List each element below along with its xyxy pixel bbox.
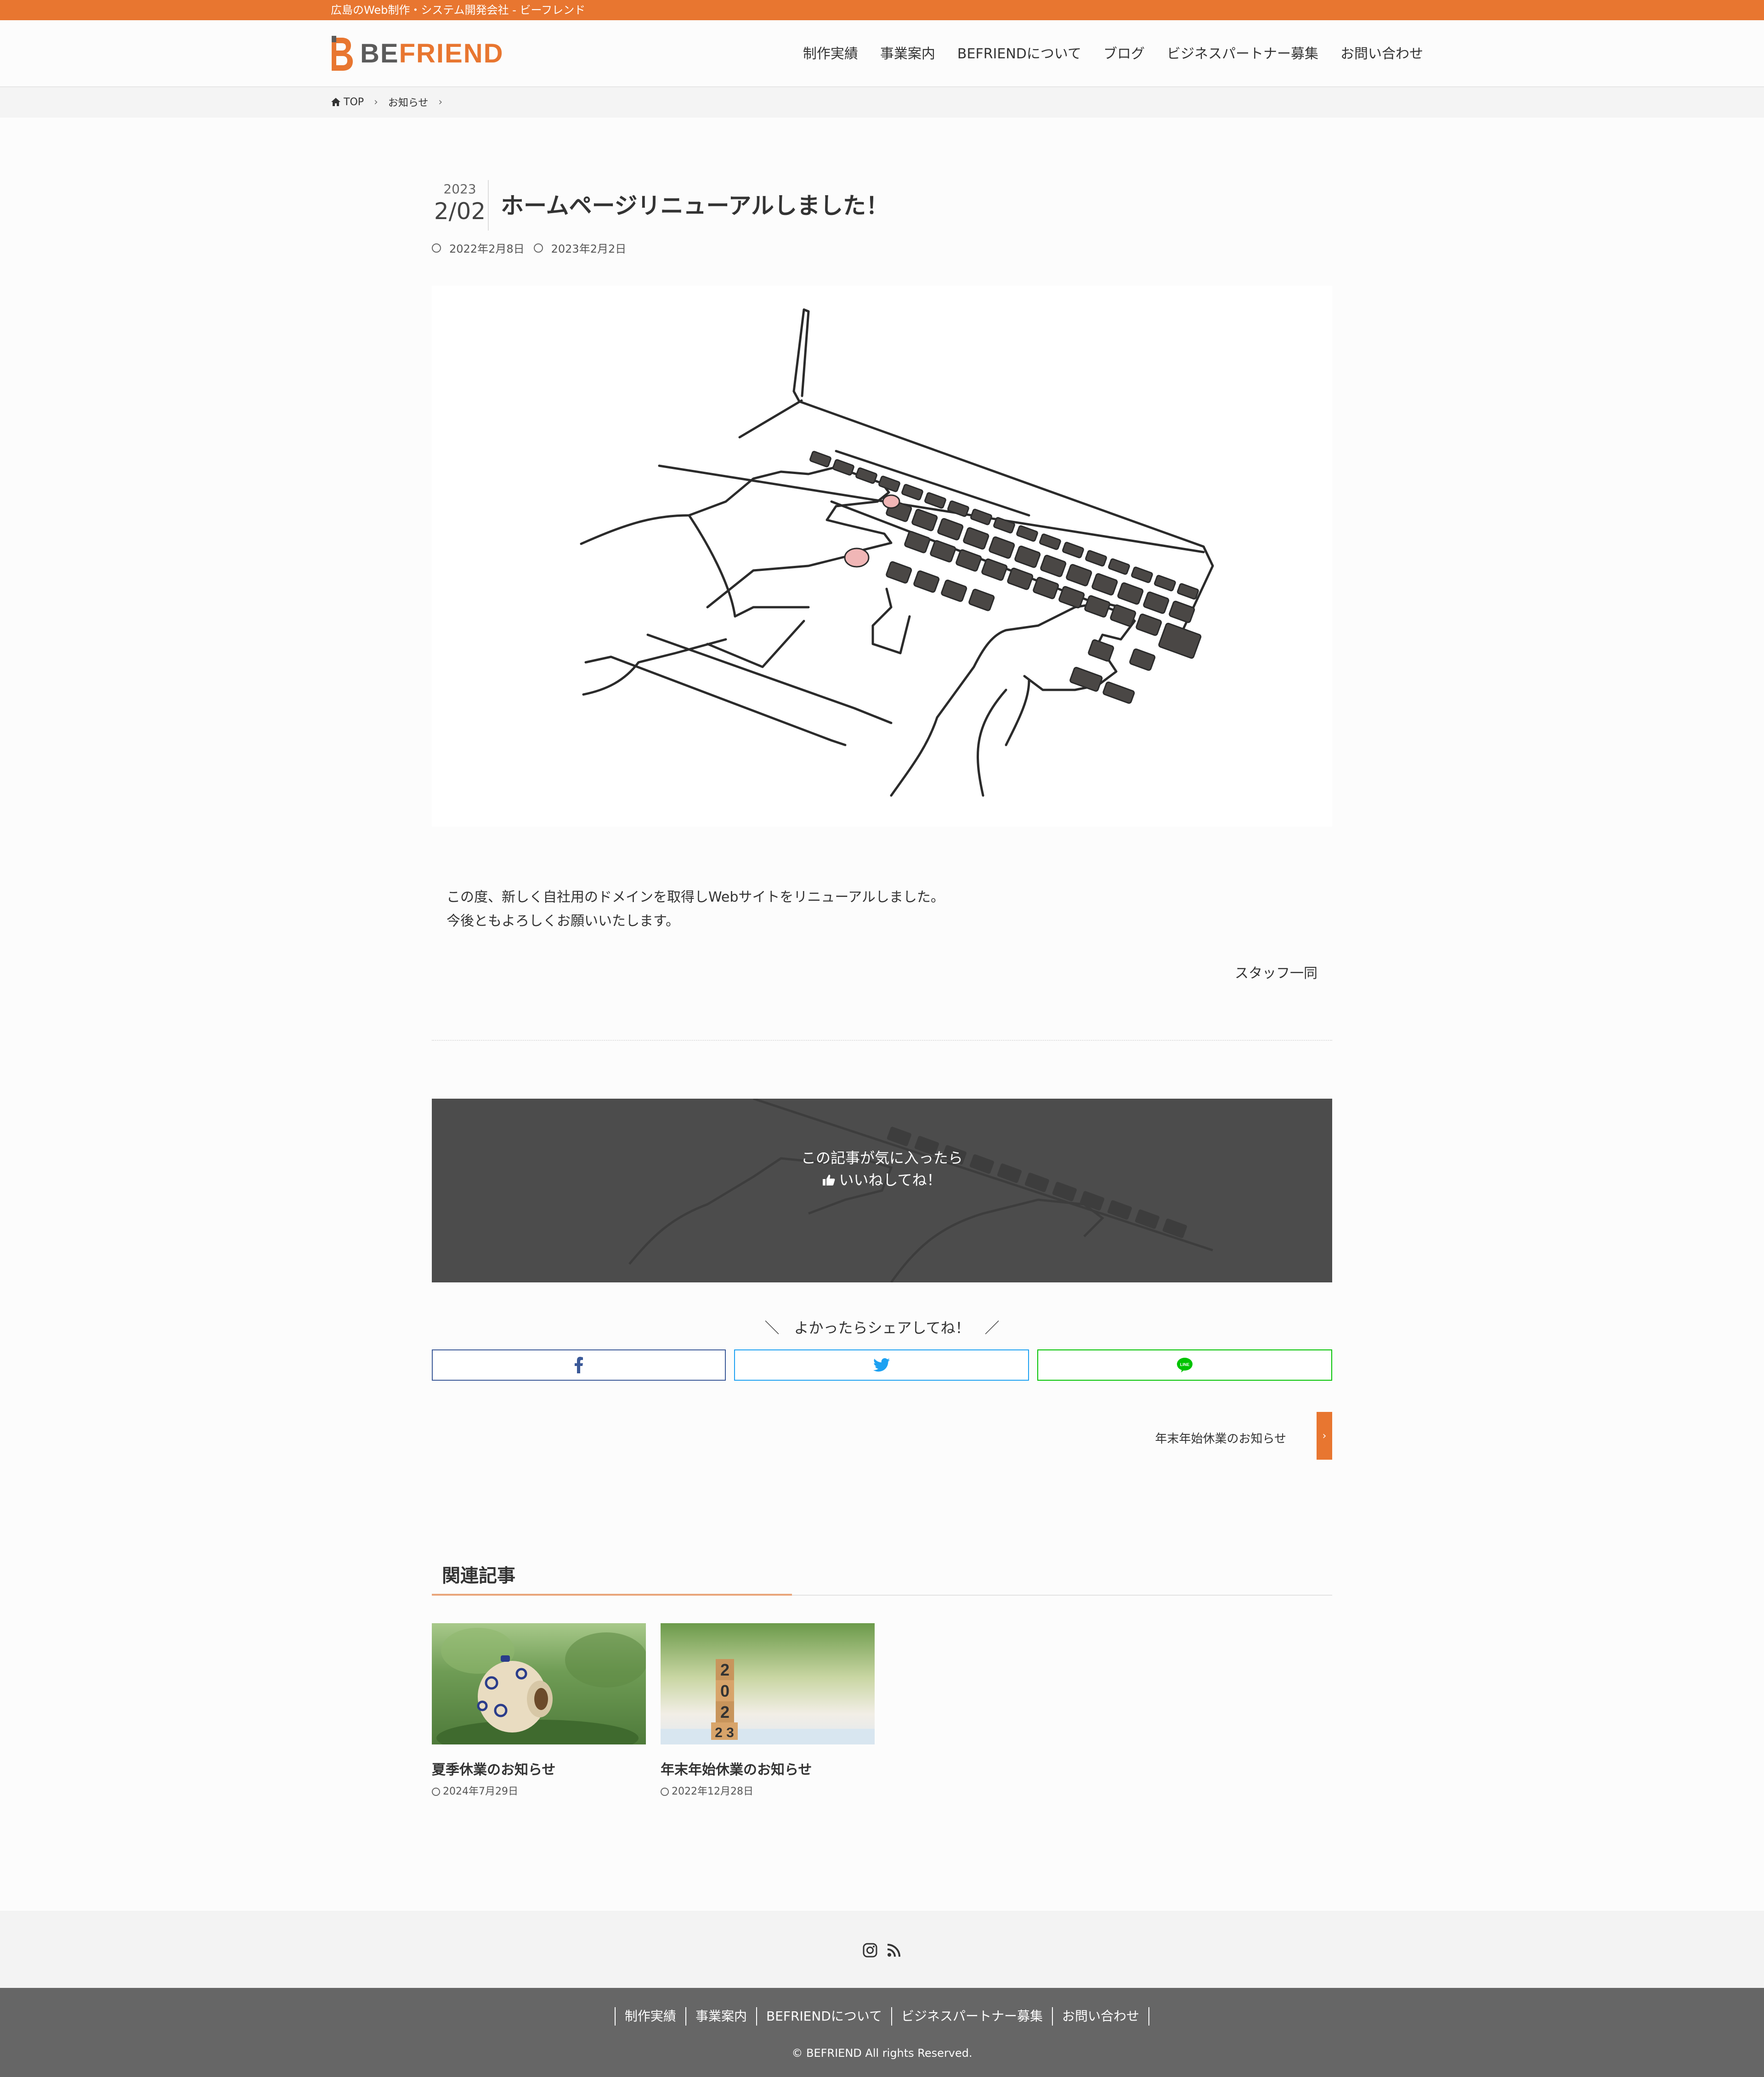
related-post-date-text-1: 2024年7月29日 xyxy=(443,1786,518,1797)
next-post-link[interactable]: 年末年始休業のお知らせ xyxy=(1155,1429,1286,1446)
footer-nav-contact[interactable]: お問い合わせ xyxy=(1052,2007,1150,2026)
related-post-title-1[interactable]: 夏季休業のお知らせ xyxy=(432,1758,555,1778)
article-body-line-1: この度、新しく自社用のドメインを取得しWebサイトをリニューアルしました。 xyxy=(447,889,944,905)
share-twitter-button[interactable] xyxy=(734,1349,1029,1381)
updated-date: 2023年2月2日 xyxy=(551,243,627,255)
breadcrumb-home[interactable]: TOP xyxy=(344,96,364,108)
nav-item-about[interactable]: BEFRIENDについて xyxy=(957,42,1081,62)
svg-text:2: 2 xyxy=(720,1703,729,1721)
related-post-date-text-2: 2022年12月28日 xyxy=(672,1786,753,1797)
related-posts-title: 関連記事 xyxy=(442,1565,515,1586)
related-title-accent xyxy=(432,1594,792,1596)
rss-icon[interactable] xyxy=(887,1943,901,1958)
footer-nav: 制作実績 事業案内 BEFRIENDについて ビジネスパートナー募集 お問い合わ… xyxy=(0,2007,1764,2026)
related-post-date-2: 2022年12月28日 xyxy=(661,1783,753,1798)
svg-text:2 3: 2 3 xyxy=(715,1725,734,1740)
facebook-icon xyxy=(575,1357,583,1373)
svg-text:2: 2 xyxy=(720,1660,729,1679)
nav-item-contact[interactable]: お問い合わせ xyxy=(1340,42,1423,62)
svg-text:0: 0 xyxy=(720,1682,729,1700)
chevron-right-icon[interactable]: › xyxy=(1317,1412,1332,1460)
like-box-background-illustration xyxy=(628,1099,1213,1282)
hero-image xyxy=(432,286,1332,827)
related-post-title-2[interactable]: 年末年始休業のお知らせ xyxy=(661,1758,812,1778)
like-box-line-1: この記事が気に入ったら xyxy=(801,1149,963,1167)
chevron-right-icon: › xyxy=(374,96,378,108)
clock-icon xyxy=(432,243,441,253)
nav-item-services[interactable]: 事業案内 xyxy=(880,42,935,62)
site-tagline: 広島のWeb制作・システム開発会社 - ビーフレンド xyxy=(331,4,586,17)
share-title: ＼ よかったらシェアしてね！ ／ xyxy=(764,1319,1000,1337)
share-facebook-button[interactable] xyxy=(432,1349,726,1381)
share-line-button[interactable]: LINE xyxy=(1037,1349,1332,1381)
wooden-blocks-2023-image: 2 0 2 2 3 xyxy=(661,1659,875,1744)
breadcrumb-bar xyxy=(0,87,1764,118)
post-date-year: 2023 xyxy=(443,181,476,197)
article-signature: スタッフ一同 xyxy=(1235,965,1317,982)
footer xyxy=(0,1988,1764,2077)
site-logo[interactable]: BE FRIEND xyxy=(330,33,503,73)
page-title: ホームページリニューアルしました！ xyxy=(501,192,889,219)
post-date-box: 2023 2/02 xyxy=(432,180,489,231)
clock-icon xyxy=(661,1788,669,1796)
post-meta: 2022年2月8日 2023年2月2日 xyxy=(432,240,626,256)
footer-nav-partner[interactable]: ビジネスパートナー募集 xyxy=(891,2007,1052,2026)
main-nav: 制作実績 事業案内 BEFRIENDについて ブログ ビジネスパートナー募集 お… xyxy=(781,42,1423,62)
footer-nav-about[interactable]: BEFRIENDについて xyxy=(756,2007,891,2026)
breadcrumb-category[interactable]: お知らせ xyxy=(388,95,429,109)
like-box[interactable]: この記事が気に入ったら いいねしてね！ xyxy=(432,1099,1332,1282)
footer-social xyxy=(0,1911,1764,1988)
logo-text-friend: FRIEND xyxy=(399,38,504,68)
chevron-right-icon: › xyxy=(438,96,443,108)
twitter-icon xyxy=(873,1358,890,1372)
top-bar xyxy=(0,0,1764,20)
footer-nav-services[interactable]: 事業案内 xyxy=(685,2007,756,2026)
post-date-monthday: 2/02 xyxy=(434,198,486,225)
related-post-thumbnail[interactable] xyxy=(432,1623,646,1744)
logo-b-icon xyxy=(332,36,353,71)
copyright: © BEFRIEND All rights Reserved. xyxy=(792,2047,972,2060)
nav-item-works[interactable]: 制作実績 xyxy=(803,42,858,62)
svg-text:LINE: LINE xyxy=(1180,1362,1190,1367)
related-post-thumbnail[interactable]: 2 0 2 2 3 xyxy=(661,1623,875,1744)
home-icon xyxy=(331,98,340,106)
refresh-icon xyxy=(533,243,543,253)
article-body-line-2: 今後ともよろしくお願いいたします。 xyxy=(447,913,679,929)
published-date: 2022年2月8日 xyxy=(449,243,525,255)
clock-icon xyxy=(432,1788,440,1796)
laptop-typing-illustration xyxy=(580,308,1214,797)
like-box-line-2: いいねしてね！ xyxy=(432,1168,1332,1190)
instagram-icon[interactable] xyxy=(863,1943,877,1958)
nav-item-partner[interactable]: ビジネスパートナー募集 xyxy=(1167,42,1318,62)
breadcrumb: TOP › お知らせ › xyxy=(331,95,452,109)
thumbs-up-icon xyxy=(823,1174,835,1185)
logo-text-be: BE xyxy=(360,38,399,68)
nav-item-blog[interactable]: ブログ xyxy=(1103,42,1145,62)
like-box-line-2-text: いいねしてね！ xyxy=(839,1171,942,1189)
related-post-date-1: 2024年7月29日 xyxy=(432,1783,518,1798)
footer-nav-works[interactable]: 制作実績 xyxy=(614,2007,685,2026)
line-icon: LINE xyxy=(1177,1358,1193,1372)
mosquito-coil-pig-image xyxy=(436,1628,646,1744)
content-divider xyxy=(432,1040,1332,1041)
